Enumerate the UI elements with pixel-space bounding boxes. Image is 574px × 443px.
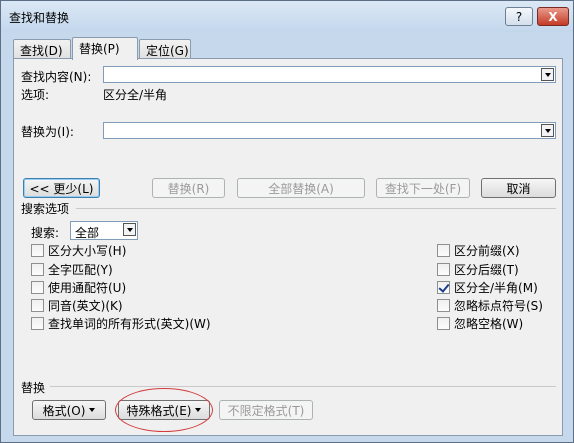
replace-dropdown-button[interactable]	[541, 124, 554, 137]
opt-label: 同音(英文)(K)	[48, 298, 123, 313]
cancel-button[interactable]: 取消	[481, 178, 556, 198]
format-label: 格式(O)	[42, 403, 86, 418]
help-button[interactable]: ?	[505, 7, 533, 26]
no-formatting-button[interactable]: 不限定格式(T)	[219, 400, 313, 420]
opt-sounds-like[interactable]: 同音(英文)(K)	[31, 297, 123, 313]
find-dropdown-button[interactable]	[541, 68, 554, 81]
search-direction-dropdown[interactable]	[123, 223, 136, 236]
chevron-down-icon	[544, 128, 551, 133]
opt-label: 忽略标点符号(S)	[454, 298, 543, 313]
find-replace-dialog: 查找和替换 ? X 查找(D) 替换(P) 定位(G) 查找内容(N): 选项:…	[0, 0, 574, 443]
replace-with-combobox[interactable]	[103, 122, 556, 139]
options-value: 区分全/半角	[103, 88, 168, 102]
checkbox[interactable]	[31, 298, 44, 312]
title-bar[interactable]: 查找和替换 ? X	[1, 1, 573, 32]
tab-replace[interactable]: 替换(P)	[72, 37, 138, 60]
checkbox[interactable]	[31, 316, 44, 330]
opt-match-prefix[interactable]: 区分前缀(X)	[437, 242, 520, 258]
highlight-annotation	[115, 388, 213, 432]
section-divider	[76, 208, 556, 209]
opt-label: 区分后缀(T)	[454, 262, 519, 277]
section-divider	[50, 386, 556, 387]
options-label: 选项:	[21, 88, 50, 102]
search-direction-label: 搜索:	[31, 226, 60, 240]
opt-match-case[interactable]: 区分大小写(H)	[31, 242, 126, 258]
opt-whole-word[interactable]: 全字匹配(Y)	[31, 261, 113, 277]
checkbox[interactable]	[31, 262, 44, 276]
replace-section-title: 替换	[21, 381, 46, 395]
opt-label: 全字匹配(Y)	[48, 262, 113, 277]
checkbox[interactable]	[31, 280, 44, 294]
checkbox-checked[interactable]	[437, 280, 450, 294]
replace-with-label: 替换为(I):	[21, 125, 74, 139]
opt-label: 忽略空格(W)	[454, 316, 524, 331]
close-icon: X	[548, 9, 558, 24]
close-button[interactable]: X	[537, 7, 569, 26]
opt-label: 查找单词的所有形式(英文)(W)	[48, 316, 211, 331]
search-direction-select[interactable]: 全部	[70, 221, 138, 240]
opt-wildcards[interactable]: 使用通配符(U)	[31, 279, 126, 295]
help-icon: ?	[515, 9, 523, 24]
opt-all-word-forms[interactable]: 查找单词的所有形式(英文)(W)	[31, 315, 211, 331]
search-direction-value: 全部	[75, 226, 100, 240]
find-what-label: 查找内容(N):	[21, 70, 92, 84]
opt-label: 区分全/半角(M)	[454, 280, 538, 295]
replace-all-button[interactable]: 全部替换(A)	[237, 178, 365, 198]
checkbox[interactable]	[437, 298, 450, 312]
chevron-down-icon	[544, 72, 551, 77]
chevron-down-icon	[126, 227, 133, 232]
tab-panel: 查找内容(N): 选项: 区分全/半角 替换为(I): << 更少(L) 替换(…	[13, 58, 563, 436]
format-button[interactable]: 格式(O)	[32, 400, 106, 420]
checkbox[interactable]	[437, 243, 450, 257]
find-next-button[interactable]: 查找下一处(F)	[376, 178, 470, 198]
opt-match-suffix[interactable]: 区分后缀(T)	[437, 261, 519, 277]
opt-match-width[interactable]: 区分全/半角(M)	[437, 279, 538, 295]
opt-ignore-punctuation[interactable]: 忽略标点符号(S)	[437, 297, 543, 313]
tab-find[interactable]: 查找(D)	[13, 39, 71, 59]
checkbox[interactable]	[437, 316, 450, 330]
search-options-title: 搜索选项	[21, 202, 70, 216]
tab-goto[interactable]: 定位(G)	[139, 39, 191, 59]
opt-ignore-whitespace[interactable]: 忽略空格(W)	[437, 315, 523, 331]
less-button[interactable]: << 更少(L)	[23, 178, 100, 198]
dialog-title: 查找和替换	[9, 11, 70, 25]
replace-button[interactable]: 替换(R)	[152, 178, 225, 198]
find-what-combobox[interactable]	[103, 66, 556, 83]
checkbox[interactable]	[31, 243, 44, 257]
opt-label: 使用通配符(U)	[48, 280, 127, 295]
opt-label: 区分大小写(H)	[48, 243, 127, 258]
chevron-down-icon	[89, 408, 96, 412]
checkbox[interactable]	[437, 262, 450, 276]
opt-label: 区分前缀(X)	[454, 243, 520, 258]
